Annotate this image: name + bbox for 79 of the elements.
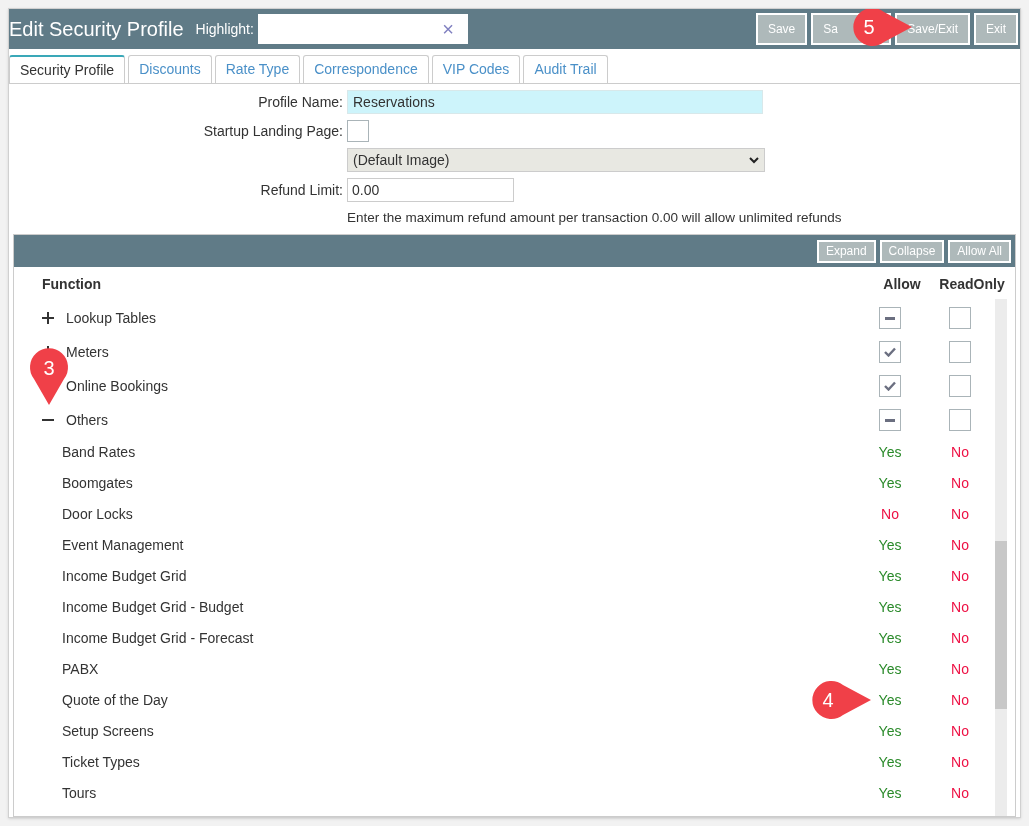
allow-value: Yes (878, 567, 902, 587)
highlight-field[interactable]: × (257, 14, 468, 44)
allow-value: Yes (878, 598, 902, 618)
readonly-value: No (950, 660, 970, 680)
tab[interactable]: VIP Codes (431, 55, 521, 83)
function-name: Band Rates (62, 444, 136, 461)
readonly-value: No (950, 691, 970, 711)
function-name: Tours (62, 785, 97, 802)
hint-text: Enter the maximum refund amount per transaction 0.00 will allow unlimited refunds (347, 209, 843, 227)
grid-button[interactable]: Expand (816, 239, 876, 263)
grid-button[interactable]: Allow All (948, 239, 1011, 263)
field-label: Refund Limit: (259, 180, 343, 200)
checkbox[interactable] (949, 341, 971, 364)
readonly-value: No (950, 505, 970, 525)
allow-value: Yes (878, 722, 902, 742)
function-name: Door Locks (62, 506, 133, 523)
checkbox[interactable] (879, 375, 901, 398)
function-name: Event Management (62, 537, 184, 554)
function-name: Meters (66, 342, 109, 362)
expand-icon[interactable] (42, 312, 54, 325)
readonly-value: No (950, 474, 970, 494)
checkbox[interactable] (879, 409, 901, 432)
scrollbar[interactable] (995, 299, 1007, 816)
function-name: Ticket Types (62, 754, 140, 771)
readonly-value: No (950, 567, 970, 587)
tab[interactable]: Discounts (128, 55, 212, 83)
allow-value: Yes (878, 753, 902, 773)
tab[interactable]: Rate Type (214, 55, 301, 83)
field-label: Startup Landing Page: (202, 121, 343, 141)
function-name: Income Budget Grid (62, 568, 187, 585)
allow-value: Yes (878, 536, 902, 556)
function-name: Boomgates (62, 475, 133, 492)
readonly-value: No (950, 443, 970, 463)
column-header: ReadOnly (938, 274, 1006, 294)
allow-value: Yes (878, 629, 902, 649)
function-name: Others (66, 410, 108, 430)
checkbox[interactable] (949, 409, 971, 432)
readonly-value: No (950, 784, 970, 804)
readonly-value: No (950, 722, 970, 742)
toolbar-button[interactable]: Save/Exit (895, 13, 970, 45)
allow-value: Yes (878, 474, 902, 494)
refund-limit-field[interactable]: 0.00 (347, 178, 514, 202)
allow-value: Yes (878, 660, 902, 680)
readonly-value: No (950, 629, 970, 649)
column-header: Function (41, 274, 103, 294)
allow-value: Yes (878, 443, 902, 463)
checkbox[interactable] (949, 375, 971, 398)
image-dropdown[interactable]: (Default Image) (347, 148, 765, 172)
allow-value: No (881, 505, 899, 525)
function-name: Income Budget Grid - Forecast (62, 630, 254, 647)
collapse-icon[interactable] (42, 419, 54, 422)
allow-value: Yes (878, 691, 902, 711)
function-name: Setup Screens (62, 723, 154, 740)
column-header: Allow (882, 274, 922, 294)
clear-button[interactable]: × (442, 19, 454, 39)
chevron-down-icon (749, 156, 759, 164)
tab[interactable]: Security Profile (9, 55, 126, 83)
function-name: Income Budget Grid - Budget (62, 599, 244, 616)
tab[interactable]: Audit Trail (523, 55, 608, 83)
tab[interactable]: Correspondence (303, 55, 429, 83)
profile-name-field[interactable]: Reservations (347, 90, 763, 114)
window-title: Edit Security Profile (9, 17, 184, 42)
allow-value: Yes (878, 784, 902, 804)
function-name: Quote of the Day (62, 692, 168, 709)
checkbox[interactable] (949, 307, 971, 330)
checkbox[interactable] (879, 341, 901, 364)
readonly-value: No (950, 753, 970, 773)
checkbox[interactable] (879, 307, 901, 330)
function-name: Lookup Tables (66, 308, 157, 328)
field-label: Profile Name: (257, 92, 343, 112)
readonly-value: No (950, 536, 970, 556)
highlight-label: Highlight: (195, 19, 254, 39)
grid-button[interactable]: Collapse (879, 239, 945, 263)
function-name: PABX (62, 661, 99, 678)
readonly-value: No (950, 598, 970, 618)
function-name: Online Bookings (66, 376, 168, 396)
toolbar-button[interactable]: Save (755, 13, 808, 45)
checkbox[interactable] (347, 120, 369, 142)
toolbar-button[interactable]: Exit (974, 13, 1018, 45)
